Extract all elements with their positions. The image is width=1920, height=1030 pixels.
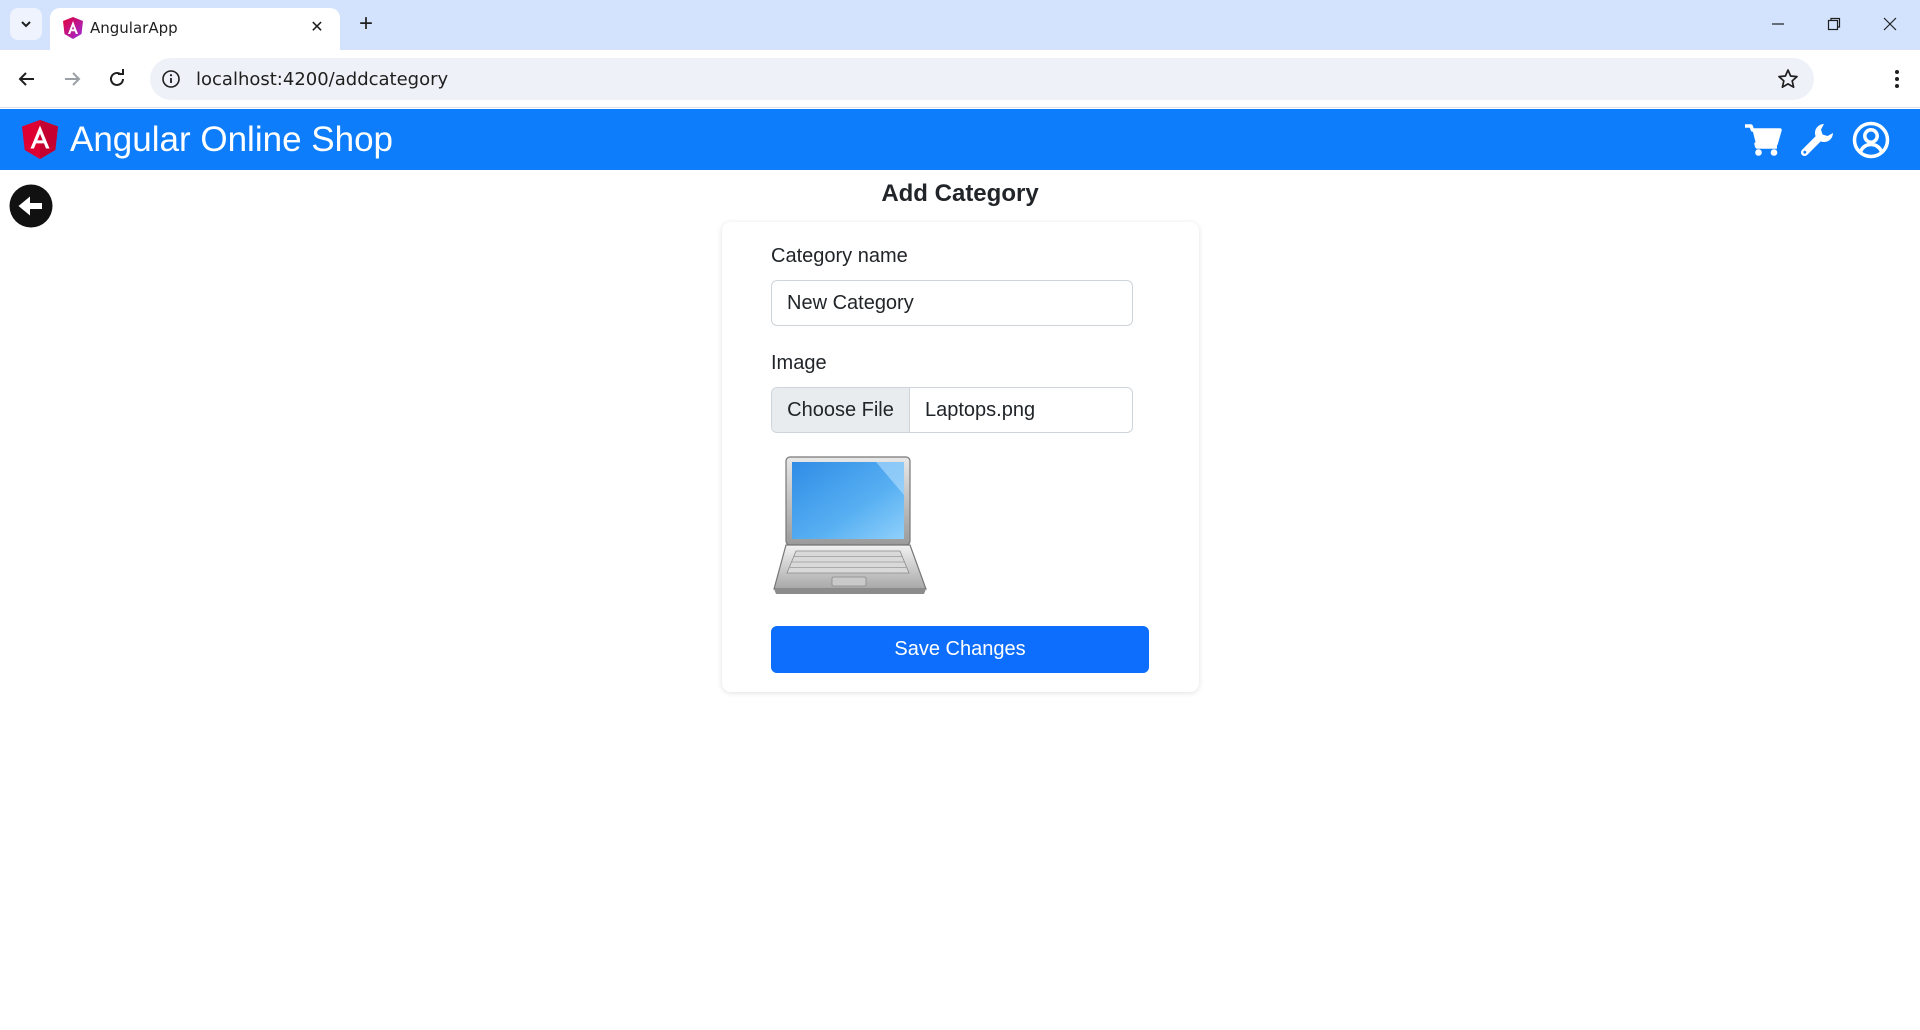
page-title: Add Category <box>881 180 1039 207</box>
laptop-preview-image <box>773 456 927 594</box>
url-text[interactable]: localhost:4200/addcategory <box>196 69 448 90</box>
wrench-icon[interactable] <box>1797 120 1837 160</box>
tab-title: AngularApp <box>90 19 178 37</box>
user-circle-icon[interactable] <box>1851 120 1891 160</box>
image-file-input[interactable]: Choose File Laptops.png <box>771 387 1133 433</box>
forward-arrow-icon[interactable] <box>55 62 89 96</box>
category-name-input[interactable] <box>771 280 1133 326</box>
minimize-icon[interactable] <box>1750 4 1806 44</box>
restore-icon[interactable] <box>1806 4 1862 44</box>
browser-tab[interactable]: AngularApp ✕ <box>50 8 340 50</box>
category-name-label: Category name <box>771 245 908 267</box>
angular-favicon-icon <box>63 17 83 39</box>
brand-title[interactable]: Angular Online Shop <box>70 120 393 160</box>
plus-icon[interactable]: + <box>352 10 380 38</box>
app-navbar: Angular Online Shop <box>0 109 1920 170</box>
reload-icon[interactable] <box>100 62 134 96</box>
angular-logo-icon[interactable] <box>20 119 60 161</box>
info-icon[interactable] <box>160 68 182 90</box>
browser-toolbar: localhost:4200/addcategory <box>0 50 1920 108</box>
cart-icon[interactable] <box>1743 120 1783 160</box>
address-bar[interactable]: localhost:4200/addcategory <box>150 58 1814 100</box>
add-category-form-card: Category name Image Choose File Laptops.… <box>722 222 1199 692</box>
star-icon[interactable] <box>1776 67 1800 91</box>
kebab-menu-icon[interactable] <box>1880 62 1914 96</box>
close-icon[interactable]: ✕ <box>306 16 328 38</box>
back-arrow-icon[interactable] <box>10 62 44 96</box>
image-label: Image <box>771 352 827 374</box>
browser-tab-bar: AngularApp ✕ + <box>0 0 1920 50</box>
tab-list-button[interactable] <box>10 8 42 40</box>
window-close-icon[interactable] <box>1862 4 1918 44</box>
chevron-down-icon <box>21 21 31 28</box>
choose-file-button[interactable]: Choose File <box>772 388 910 432</box>
save-changes-button[interactable]: Save Changes <box>771 626 1149 673</box>
selected-file-name: Laptops.png <box>925 398 1036 421</box>
